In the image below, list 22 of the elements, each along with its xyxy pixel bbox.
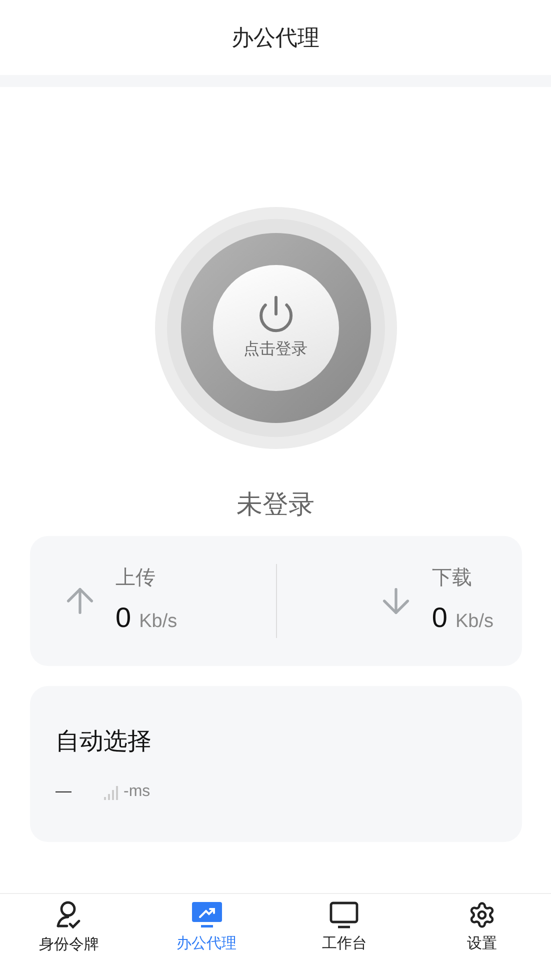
node-card[interactable]: 自动选择 — -ms — [30, 686, 522, 842]
traffic-unit: Kb/s — [455, 610, 494, 634]
monitor-chart-icon — [190, 901, 223, 930]
traffic-value: 0 — [116, 601, 132, 635]
tab-bar-item[interactable]: 身份令牌 — [0, 894, 138, 963]
traffic-label: 下载 — [432, 566, 473, 591]
login-status: 未登录 — [236, 488, 314, 521]
settings-icon — [468, 901, 496, 930]
tab-bar-item[interactable]: 工作台 — [276, 894, 414, 963]
latency: -ms — [124, 784, 150, 800]
node-name: 自动选择 — [56, 727, 152, 757]
login-power-button[interactable]: 点击登录 — [212, 265, 338, 391]
signal-icon — [104, 784, 120, 800]
traffic-value: 0 — [432, 601, 448, 635]
tab-bar-item[interactable]: 办公代理 — [138, 894, 276, 963]
traffic-label: 上传 — [116, 566, 156, 591]
page-title: 办公代理 — [232, 24, 320, 52]
user-check-icon — [54, 900, 83, 930]
traffic-unit: Kb/s — [139, 610, 178, 634]
node-dash: — — [56, 782, 72, 802]
tab-bar-item[interactable]: 设置 — [413, 894, 551, 963]
monitor-icon — [329, 901, 360, 930]
